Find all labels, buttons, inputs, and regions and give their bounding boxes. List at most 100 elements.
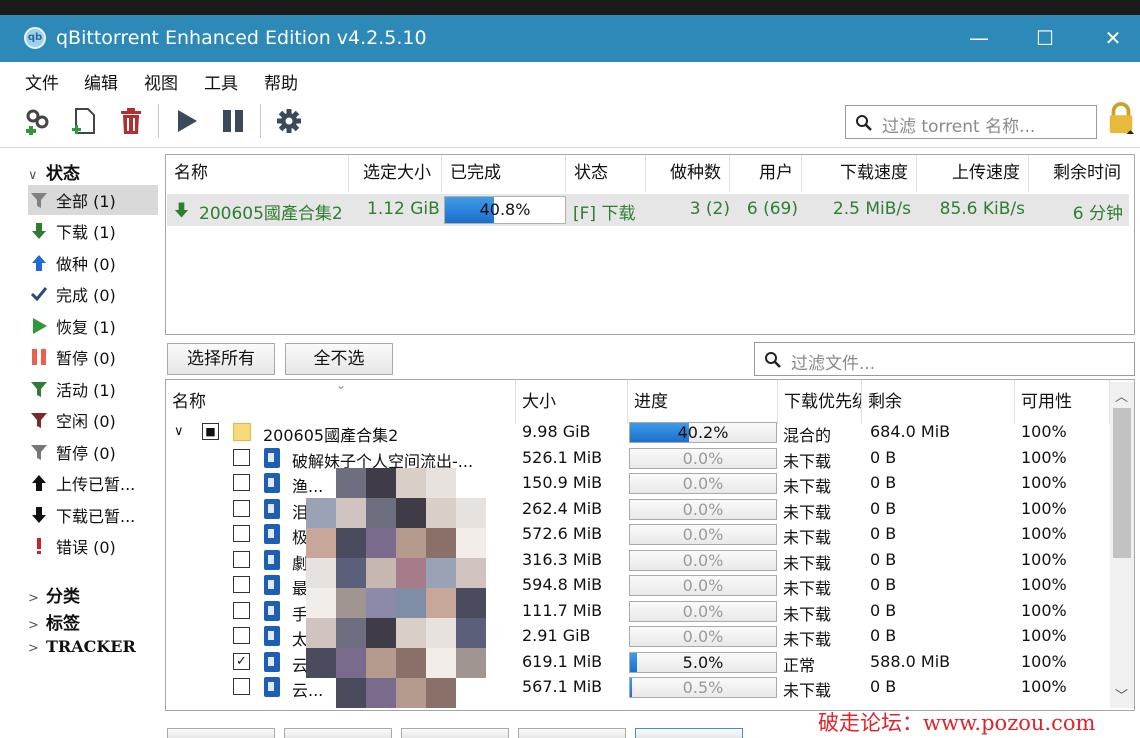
minimize-button[interactable]: — (956, 22, 1002, 54)
tab-button[interactable] (518, 728, 626, 738)
file-checkbox[interactable] (233, 678, 250, 695)
col-header-completed[interactable]: 已完成 (442, 155, 566, 192)
menu-edit[interactable]: 编辑 (84, 69, 118, 94)
file-checkbox[interactable] (233, 601, 250, 619)
mosaic-block (426, 648, 456, 678)
sidebar-item-completed[interactable]: 完成 (0) (28, 279, 158, 309)
status-group-header[interactable]: ∨ 状态 (28, 159, 80, 184)
categories-group-header[interactable]: > 分类 (28, 582, 80, 607)
file-row[interactable]: 破解妹子个人空间流出-... 526.1 MiB 未下载 0 B 100% 0.0% (166, 446, 1116, 471)
file-remaining: 0 B (870, 549, 897, 569)
file-priority: 未下载 (783, 502, 832, 522)
menu-file[interactable]: 文件 (25, 69, 59, 94)
col-header-selected-size[interactable]: 选定大小 (349, 155, 442, 192)
title-bar[interactable]: qb qBittorrent Enhanced Edition v4.2.5.1… (0, 15, 1140, 62)
file-col-header-size[interactable]: 大小 (516, 380, 628, 424)
torrent-search-box[interactable]: 过滤 torrent 名称... (845, 105, 1097, 139)
select-all-button[interactable]: 选择所有 (167, 343, 275, 375)
col-header-eta[interactable]: 剩余时间 (1029, 155, 1129, 192)
maximize-button[interactable]: ☐ (1022, 22, 1068, 54)
sidebar-item-upload-stalled[interactable]: 上传已暂... (28, 468, 158, 498)
file-size: 572.6 MiB (522, 524, 603, 543)
mosaic-block (396, 618, 426, 648)
lock-icon[interactable] (1106, 102, 1136, 134)
file-priority: 混合的 (783, 426, 832, 445)
pause-icon[interactable] (218, 106, 248, 136)
sidebar-item-errored[interactable]: 错误 (0) (28, 531, 158, 561)
scroll-down-icon[interactable]: ﹀ (1115, 685, 1128, 704)
delete-icon[interactable] (116, 106, 146, 136)
mosaic-block (456, 618, 486, 648)
select-none-button[interactable]: 全不选 (285, 343, 393, 375)
expand-chevron-icon[interactable]: ∨ (174, 424, 184, 439)
file-progress-bar: 0.0% (629, 549, 777, 571)
tab-button[interactable] (635, 728, 743, 738)
close-button[interactable]: ✕ (1090, 22, 1136, 54)
file-col-header-progress[interactable]: 进度 (628, 380, 778, 424)
sidebar-item-download-stalled[interactable]: 下载已暂... (28, 500, 158, 530)
file-remaining: 588.0 MiB (870, 651, 951, 671)
file-checkbox[interactable] (233, 474, 250, 491)
torrent-upload-speed: 85.6 KiB/s (939, 199, 1025, 219)
scroll-up-icon[interactable]: ︿ (1115, 386, 1128, 405)
folder-row[interactable]: ∨ ■ 200605國產合集2 9.98 GiB 混合的 684.0 MiB 100% 40.… (166, 420, 1116, 445)
file-checkbox[interactable] (233, 525, 250, 542)
col-header-status[interactable]: 状态 (566, 155, 646, 192)
mosaic-block (336, 618, 366, 648)
col-header-seeds[interactable]: 做种数 (646, 155, 730, 192)
menu-tools[interactable]: 工具 (204, 69, 238, 94)
folder-checkbox[interactable]: ■ (202, 423, 219, 440)
search-icon (765, 352, 781, 368)
resume-icon[interactable] (172, 106, 202, 136)
sidebar-item-seeding[interactable]: 做种 (0) (28, 248, 158, 278)
torrent-row[interactable]: 200605國產合集2 1.12 GiB 40.8% [F] 下载 3 (2) … (167, 194, 1129, 226)
pause-icon (32, 349, 46, 365)
file-col-header-availability[interactable]: 可用性 (1015, 380, 1110, 424)
file-progress-bar: 0.5% (629, 677, 777, 698)
sidebar-item-paused[interactable]: 暂停 (0) (28, 342, 158, 372)
file-checkbox[interactable] (233, 627, 250, 644)
file-col-header-priority[interactable]: 下载优先级 (778, 380, 862, 424)
col-header-download-speed[interactable]: 下载速度 (802, 155, 917, 192)
tab-button[interactable] (284, 728, 392, 738)
add-file-icon[interactable] (70, 106, 100, 136)
torrent-progress-label: 40.8% (479, 200, 531, 219)
file-tree-scrollbar[interactable]: ︿ ﹀ (1110, 382, 1134, 708)
menu-view[interactable]: 视图 (144, 69, 178, 94)
col-header-upload-speed[interactable]: 上传速度 (917, 155, 1029, 192)
file-checkbox[interactable] (233, 576, 250, 593)
col-header-name[interactable]: 名称 (166, 155, 349, 192)
file-filter-box[interactable]: 过滤文件... (754, 342, 1135, 376)
add-link-icon[interactable] (24, 106, 54, 136)
col-header-peers[interactable]: 用户 (730, 155, 802, 192)
file-checkbox[interactable] (233, 499, 250, 517)
app-icon: qb (24, 27, 46, 49)
tab-button[interactable] (401, 728, 509, 738)
mosaic-block (426, 588, 456, 618)
file-checkbox[interactable] (233, 550, 250, 568)
file-priority: 未下载 (783, 528, 832, 547)
file-progress-bar: 0.0% (629, 473, 777, 494)
mosaic-block (336, 648, 366, 678)
torrent-list[interactable]: 名称 选定大小 已完成 状态 做种数 用户 下载速度 上传速度 剩余时间 200… (165, 154, 1135, 335)
tags-group-header[interactable]: > 标签 (28, 609, 80, 634)
file-priority: 未下载 (783, 477, 832, 496)
trackers-group-header[interactable]: > TRACKER (28, 637, 136, 656)
file-checkbox[interactable] (233, 448, 250, 466)
file-col-header-remaining[interactable]: 剩余 (862, 380, 1015, 424)
mosaic-block (426, 558, 456, 588)
sidebar-item-all[interactable]: 全部 (1) (28, 185, 158, 215)
sidebar-item-downloading[interactable]: 下载 (1) (28, 216, 158, 246)
file-availability: 100% (1021, 473, 1067, 492)
settings-gear-icon[interactable] (274, 106, 304, 136)
file-checkbox[interactable]: ✓ (233, 652, 250, 670)
tab-button[interactable] (167, 728, 275, 738)
menu-help[interactable]: 帮助 (264, 69, 298, 94)
filter-icon (31, 413, 47, 428)
scrollbar-thumb[interactable] (1113, 408, 1131, 558)
sidebar-item-stalled[interactable]: 暂停 (0) (28, 437, 158, 467)
file-progress-label: 0.0% (682, 627, 724, 646)
sidebar-item-inactive[interactable]: 空闲 (0) (28, 405, 158, 435)
sidebar-item-active[interactable]: 活动 (1) (28, 374, 158, 404)
sidebar-item-resumed[interactable]: 恢复 (1) (28, 311, 158, 341)
